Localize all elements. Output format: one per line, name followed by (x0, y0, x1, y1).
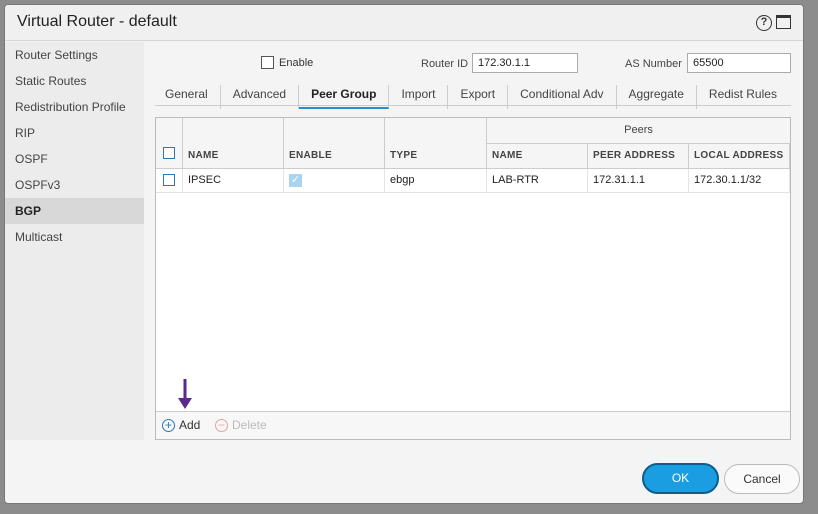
help-icon[interactable]: ? (756, 15, 772, 31)
table-header: NAME ENABLE TYPE Peers NAME PEER ADDRESS… (156, 118, 790, 169)
cell-name[interactable]: IPSEC (183, 169, 284, 193)
row-select-cell (156, 169, 183, 193)
router-id-label: Router ID (421, 58, 469, 70)
sidebar-item-multicast[interactable]: Multicast (5, 224, 144, 250)
tab-conditional-adv[interactable]: Conditional Adv (508, 85, 617, 109)
cell-local-address: 172.30.1.1/32 (689, 169, 790, 193)
sidebar-item-redistribution-profile[interactable]: Redistribution Profile (5, 94, 144, 120)
arrow-down-icon (178, 379, 192, 409)
plus-circle-icon: + (162, 418, 175, 432)
sidebar-item-rip[interactable]: RIP (5, 120, 144, 146)
col-header-name[interactable]: NAME (183, 118, 284, 169)
tab-advanced[interactable]: Advanced (221, 85, 300, 109)
tab-aggregate[interactable]: Aggregate (617, 85, 697, 109)
main-panel: Enable Router ID 172.30.1.1 AS Number 65… (155, 42, 791, 442)
select-all-cell (156, 118, 183, 169)
dialog-titlebar: Virtual Router - default ? (5, 5, 803, 41)
bgp-top-fields: Enable Router ID 172.30.1.1 AS Number 65… (155, 52, 791, 78)
sidebar-item-ospf[interactable]: OSPF (5, 146, 144, 172)
tab-redist-rules[interactable]: Redist Rules (697, 85, 789, 109)
check-icon: ✓ (289, 173, 302, 187)
cell-peer-name[interactable]: LAB-RTR (487, 169, 588, 193)
as-number-label: AS Number (625, 58, 682, 70)
col-header-local-address[interactable]: LOCAL ADDRESS (689, 144, 790, 169)
table-row[interactable]: IPSEC ✓ ebgp LAB-RTR 172.31.1.1 172.30.1… (156, 169, 790, 193)
delete-button-label: Delete (232, 418, 267, 432)
sidebar-item-static-routes[interactable]: Static Routes (5, 68, 144, 94)
peer-group-table: NAME ENABLE TYPE Peers NAME PEER ADDRESS… (155, 117, 791, 440)
cancel-button[interactable]: Cancel (724, 464, 800, 494)
table-footer: + Add − Delete (156, 411, 790, 439)
row-select-checkbox[interactable] (163, 174, 175, 187)
tab-export[interactable]: Export (448, 85, 509, 109)
col-header-peer-address[interactable]: PEER ADDRESS (588, 144, 689, 169)
bgp-enable-label: Enable (279, 56, 314, 69)
tab-bar: General Advanced Peer Group Import Expor… (155, 82, 791, 109)
cell-peer-address: 172.31.1.1 (588, 169, 689, 193)
bgp-enable[interactable]: Enable (261, 56, 313, 69)
cell-type: ebgp (385, 169, 487, 193)
col-header-type[interactable]: TYPE (385, 118, 487, 169)
as-number-field[interactable]: 65500 (687, 53, 791, 73)
maximize-icon[interactable] (776, 15, 791, 29)
dialog-title: Virtual Router - default (17, 13, 177, 30)
delete-button[interactable]: − Delete (215, 418, 267, 432)
col-header-peer-name[interactable]: NAME (487, 144, 588, 169)
sidebar-item-ospfv3[interactable]: OSPFv3 (5, 172, 144, 198)
ok-button[interactable]: OK (642, 463, 719, 494)
col-group-peers: Peers (487, 118, 790, 144)
sidebar: Router Settings Static Routes Redistribu… (5, 42, 144, 440)
select-all-checkbox[interactable] (163, 147, 175, 159)
cell-enable: ✓ (284, 169, 385, 193)
sidebar-item-router-settings[interactable]: Router Settings (5, 42, 144, 68)
add-button[interactable]: + Add (162, 418, 200, 432)
tab-general[interactable]: General (155, 85, 221, 109)
sidebar-item-bgp[interactable]: BGP (5, 198, 144, 224)
col-header-enable[interactable]: ENABLE (284, 118, 385, 169)
tab-import[interactable]: Import (389, 85, 449, 109)
router-id-field[interactable]: 172.30.1.1 (472, 53, 578, 73)
minus-circle-icon: − (215, 418, 228, 432)
add-button-label: Add (179, 418, 201, 432)
virtual-router-dialog: Virtual Router - default ? Router Settin… (4, 4, 804, 504)
bgp-enable-checkbox[interactable] (261, 56, 274, 69)
tab-peer-group[interactable]: Peer Group (299, 85, 390, 109)
